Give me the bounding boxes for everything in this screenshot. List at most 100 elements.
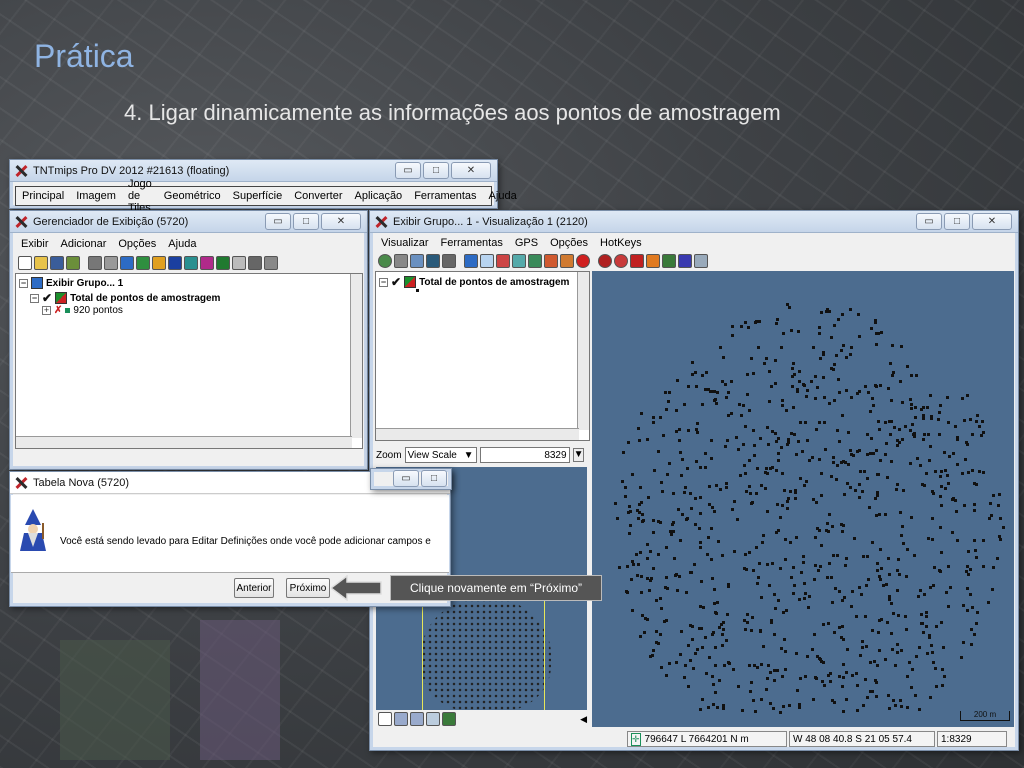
main-map-canvas[interactable]: 200 m: [592, 271, 1014, 727]
maximize-button[interactable]: □: [293, 213, 319, 230]
collapse-icon[interactable]: −: [30, 293, 39, 303]
menu-adicionar[interactable]: Adicionar: [55, 238, 113, 250]
grid-icon[interactable]: [216, 256, 230, 270]
menu-geometrico[interactable]: Geométrico: [158, 190, 227, 202]
chevron-down-icon[interactable]: ▼: [572, 448, 585, 462]
tree-layer-row[interactable]: − ✔ Total de pontos de amostragem: [30, 291, 220, 305]
raster-icon[interactable]: [136, 256, 150, 270]
query-icon[interactable]: [528, 254, 542, 268]
layer-icon[interactable]: [88, 256, 102, 270]
back-icon[interactable]: [544, 254, 558, 268]
sample-point: [746, 326, 750, 330]
sample-point: [743, 553, 747, 556]
horizontal-scrollbar[interactable]: [16, 436, 352, 448]
menu-hotkeys[interactable]: HotKeys: [594, 237, 648, 249]
link-icon[interactable]: [394, 254, 408, 268]
search-icon[interactable]: [426, 712, 440, 726]
stop-icon[interactable]: [598, 254, 612, 268]
list-icon[interactable]: [248, 256, 262, 270]
shape-icon[interactable]: [184, 256, 198, 270]
legend-layer-row[interactable]: − ✔ Total de pontos de amostragem: [379, 275, 569, 289]
group-icon[interactable]: [104, 256, 118, 270]
overview-list-icon[interactable]: [378, 712, 392, 726]
open-icon[interactable]: [34, 256, 48, 270]
collapse-icon[interactable]: −: [379, 277, 388, 287]
minimize-button[interactable]: ▭: [395, 162, 421, 179]
menu-ferramentas[interactable]: Ferramentas: [408, 190, 482, 202]
tree-points-row[interactable]: + ✗ 920 pontos: [42, 305, 123, 316]
vertical-scrollbar[interactable]: [350, 274, 362, 438]
back-button[interactable]: Anterior: [234, 578, 274, 598]
menu-ajuda[interactable]: Ajuda: [162, 238, 202, 250]
sample-point: [648, 588, 652, 592]
palette-icon[interactable]: [678, 254, 692, 268]
zoom-value-field[interactable]: 8329: [479, 447, 570, 463]
minimize-button[interactable]: ▭: [916, 213, 942, 230]
menu-imagem[interactable]: Imagem: [70, 190, 122, 202]
close-button[interactable]: ✕: [321, 213, 361, 230]
menu-opcoes[interactable]: Opções: [544, 237, 594, 249]
scroll-left-icon[interactable]: ◀: [580, 714, 587, 725]
add-layer-icon[interactable]: [464, 254, 478, 268]
tin-icon[interactable]: [200, 256, 214, 270]
close-button[interactable]: ✕: [451, 162, 491, 179]
print-icon[interactable]: [66, 256, 80, 270]
gps-icon[interactable]: [694, 254, 708, 268]
minimize-button[interactable]: ▭: [393, 470, 419, 487]
horizontal-scrollbar[interactable]: [376, 428, 579, 440]
camera-icon[interactable]: [442, 254, 456, 268]
add-layer-icon[interactable]: [120, 256, 134, 270]
point-tool-icon[interactable]: [512, 254, 526, 268]
menu-aplicacao[interactable]: Aplicação: [348, 190, 408, 202]
overview-map-icon[interactable]: [442, 712, 456, 726]
table-icon[interactable]: [232, 256, 246, 270]
sample-point: [930, 415, 933, 419]
measure-icon[interactable]: [496, 254, 510, 268]
minimize-button[interactable]: ▭: [265, 213, 291, 230]
vertical-scrollbar[interactable]: [577, 272, 589, 430]
menu-principal[interactable]: Principal: [16, 190, 70, 202]
menu-converter[interactable]: Converter: [288, 190, 348, 202]
zoom-out-icon[interactable]: [410, 712, 424, 726]
zoom-in-icon[interactable]: [614, 254, 628, 268]
next-button[interactable]: Próximo: [286, 578, 330, 598]
new-icon[interactable]: [18, 256, 32, 270]
maximize-button[interactable]: □: [423, 162, 449, 179]
sample-point: [783, 637, 787, 641]
legend-icon[interactable]: [662, 254, 676, 268]
zoom-box-icon[interactable]: [410, 254, 424, 268]
redraw-icon[interactable]: [378, 254, 392, 268]
cad-icon[interactable]: [168, 256, 182, 270]
visible-check-icon[interactable]: ✔: [42, 291, 52, 305]
sample-point: [975, 622, 979, 626]
visible-check-icon[interactable]: ✔: [391, 275, 401, 289]
select-icon[interactable]: [480, 254, 494, 268]
zoom-in-icon[interactable]: [394, 712, 408, 726]
binoculars-icon[interactable]: [426, 254, 440, 268]
cursor-icon[interactable]: [630, 254, 644, 268]
sample-point: [827, 622, 831, 625]
close-button[interactable]: ✕: [972, 213, 1012, 230]
menu-ajuda[interactable]: Ajuda: [483, 190, 523, 202]
menu-visualizar[interactable]: Visualizar: [375, 237, 435, 249]
menu-superficie[interactable]: Superfície: [227, 190, 289, 202]
sample-point: [773, 592, 777, 596]
sample-point: [743, 425, 747, 429]
edit-icon[interactable]: [646, 254, 660, 268]
menu-gps[interactable]: GPS: [509, 237, 544, 249]
maximize-button[interactable]: □: [944, 213, 970, 230]
menu-opcoes[interactable]: Opções: [112, 238, 162, 250]
forward-icon[interactable]: [560, 254, 574, 268]
menu-ferramentas[interactable]: Ferramentas: [435, 237, 509, 249]
save-icon[interactable]: [50, 256, 64, 270]
vector-icon[interactable]: [152, 256, 166, 270]
zoom-mode-select[interactable]: View Scale ▼: [404, 447, 477, 463]
collapse-icon[interactable]: −: [19, 278, 28, 288]
details-icon[interactable]: [264, 256, 278, 270]
cancel-icon[interactable]: [576, 254, 590, 268]
tree-group-row[interactable]: − Exibir Grupo... 1: [19, 277, 123, 289]
menu-exibir[interactable]: Exibir: [15, 238, 55, 250]
expand-icon[interactable]: +: [42, 306, 51, 315]
maximize-button[interactable]: □: [421, 470, 447, 487]
menu-jogo-de-tiles[interactable]: Jogo de Tiles: [122, 178, 158, 214]
